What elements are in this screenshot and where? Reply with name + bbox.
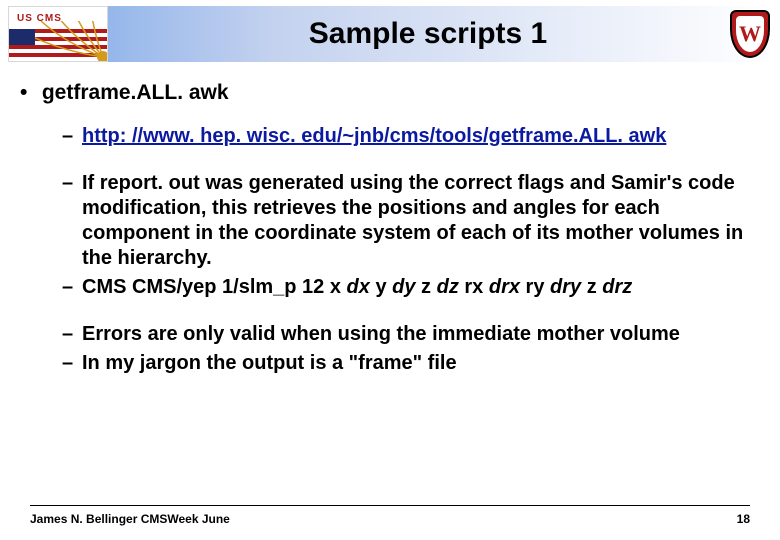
plain-text: z: [415, 276, 436, 298]
content-area: • getframe.ALL. awk – http: //www. hep. …: [20, 80, 750, 398]
italic-var: dx: [347, 276, 370, 298]
bullet-level1-text: getframe.ALL. awk: [42, 81, 229, 104]
sub-bullet-errors: – Errors are only valid when using the i…: [62, 322, 750, 347]
sub-list: – http: //www. hep. wisc. edu/~jnb/cms/t…: [62, 124, 750, 376]
italic-var: dry: [550, 276, 581, 298]
italic-var: drx: [489, 276, 520, 298]
italic-var: dy: [392, 276, 415, 298]
sub-bullet-link: – http: //www. hep. wisc. edu/~jnb/cms/t…: [62, 124, 750, 149]
dash-icon: –: [62, 322, 82, 347]
script-url-link[interactable]: http: //www. hep. wisc. edu/~jnb/cms/too…: [82, 125, 666, 147]
slide: US CMS Sample scripts 1: [0, 0, 780, 540]
slide-title: Sample scripts 1: [108, 17, 728, 51]
italic-var: drz: [602, 276, 632, 298]
dash-icon: –: [62, 351, 82, 376]
plain-text: z: [581, 276, 602, 298]
uw-crest: W: [728, 6, 772, 62]
dash-icon: –: [62, 171, 82, 271]
crest-shield-icon: W: [730, 10, 770, 58]
sub-bullet-jargon: – In my jargon the output is a "frame" f…: [62, 351, 750, 376]
crest-letter: W: [739, 21, 761, 47]
bullet-level1: • getframe.ALL. awk: [20, 80, 750, 106]
plain-text: ry: [520, 276, 550, 298]
plain-text: rx: [459, 276, 489, 298]
sub-bullet-text: Errors are only valid when using the imm…: [82, 322, 750, 347]
footer-author: James N. Bellinger CMSWeek June: [30, 512, 230, 526]
plain-text: y: [370, 276, 392, 298]
footer-page-number: 18: [737, 512, 750, 526]
footer: James N. Bellinger CMSWeek June 18: [30, 505, 750, 526]
cms-rays-icon: [35, 21, 107, 61]
sub-bullet-text: CMS CMS/yep 1/slm_p 12 x dx y dy z dz rx…: [82, 275, 750, 300]
title-bar: US CMS Sample scripts 1: [8, 6, 772, 62]
footer-rule: [30, 505, 750, 506]
bullet-dot-icon: •: [20, 80, 36, 106]
dash-icon: –: [62, 275, 82, 300]
uscms-logo: US CMS: [8, 6, 108, 62]
plain-text: CMS CMS/yep 1/slm_p 12 x: [82, 276, 347, 298]
flag-canton: [9, 29, 35, 45]
italic-var: dz: [437, 276, 459, 298]
sub-bullet-text: In my jargon the output is a "frame" fil…: [82, 351, 750, 376]
dash-icon: –: [62, 124, 82, 149]
sub-bullet-text: If report. out was generated using the c…: [82, 171, 750, 271]
sub-bullet-desc: – If report. out was generated using the…: [62, 171, 750, 271]
sub-bullet-output: – CMS CMS/yep 1/slm_p 12 x dx y dy z dz …: [62, 275, 750, 300]
